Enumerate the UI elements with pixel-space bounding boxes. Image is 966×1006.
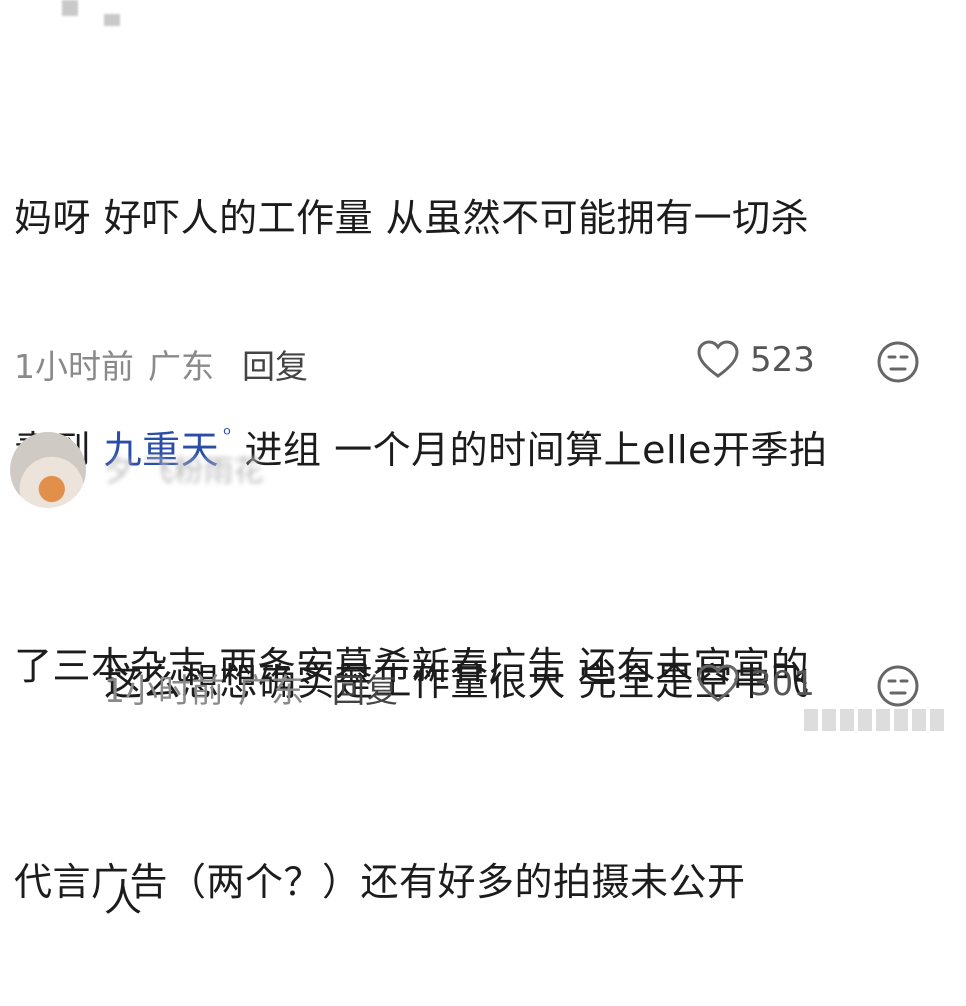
comment-1-meta: 1小时前 广东 回复 [14,340,308,388]
reply-button[interactable]: 回复 [242,340,308,388]
username[interactable]: 夕 飞粉雨花 [104,446,264,490]
watermark [804,709,944,731]
like-count: 523 [750,340,815,380]
region: 广东 [238,671,304,710]
reply-button[interactable]: 回复 [332,664,398,712]
region: 广东 [148,347,214,386]
comment-1-like-button[interactable]: 523 [696,340,815,380]
like-count: 301 [750,664,815,704]
comment-1-line-1: 妈呀 好吓人的工作量 从虽然不可能拥有一切杀 [14,196,810,240]
timestamp: 1小时前 [14,347,134,386]
heart-outline-icon [697,340,739,378]
comment-2-line-2: 人 [104,876,143,920]
avatar[interactable] [10,432,86,508]
search-icon: ᵒ [223,422,232,446]
neutral-face-icon[interactable] [876,340,920,384]
comment-2-like-button[interactable]: 301 [696,664,815,704]
comment-2-body: 这么想想确实是工作量很大 完全是空中飞 人 [104,502,944,1006]
heart-outline-icon [697,664,739,702]
neutral-face-icon[interactable] [876,664,920,708]
redacted-fragment [104,14,120,26]
redacted-fragment [62,0,78,16]
comment-2-meta: 1小时前 广东 回复 [104,664,398,712]
timestamp: 1小时前 [104,671,224,710]
